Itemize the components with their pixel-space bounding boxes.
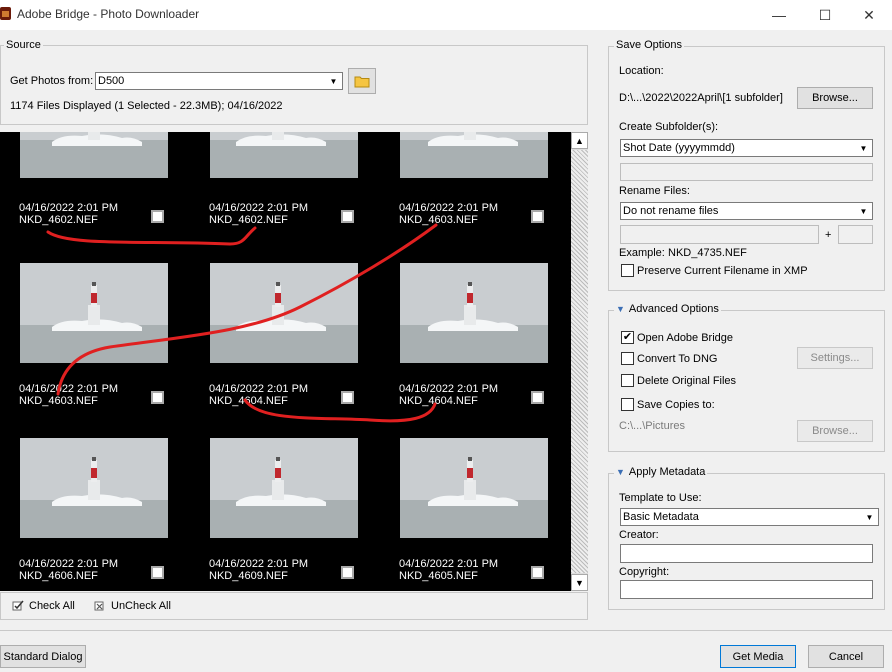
chevron-down-icon: ▼ xyxy=(859,206,868,216)
apply-metadata-header[interactable]: ▼ Apply Metadata xyxy=(614,466,708,478)
open-bridge-checkbox[interactable]: ✔ xyxy=(621,331,634,344)
plus-label: + xyxy=(825,229,832,241)
title-bar: Adobe Bridge - Photo Downloader — ☐ ✕ xyxy=(0,0,892,30)
collapse-triangle-icon: ▼ xyxy=(616,467,625,477)
create-subfolder-dropdown[interactable]: Shot Date (yyyymmdd) ▼ xyxy=(620,139,873,157)
advanced-options-header[interactable]: ▼ Advanced Options xyxy=(614,303,721,315)
chevron-down-icon: ▼ xyxy=(865,512,874,522)
adobe-bridge-app-icon xyxy=(0,7,11,20)
check-all-icon xyxy=(12,600,24,611)
uncheck-all-button[interactable]: UnCheck All xyxy=(94,600,171,612)
rename-text-field[interactable] xyxy=(620,225,819,244)
creator-field[interactable] xyxy=(620,544,873,563)
location-browse-button[interactable]: Browse... xyxy=(797,87,873,109)
scroll-down-icon[interactable]: ▼ xyxy=(571,574,588,591)
collapse-triangle-icon: ▼ xyxy=(616,304,625,314)
copyright-label: Copyright: xyxy=(619,566,670,578)
rename-files-value: Do not rename files xyxy=(623,205,719,217)
delete-original-label: Delete Original Files xyxy=(637,375,737,387)
minimize-button[interactable]: — xyxy=(756,0,802,30)
annotation-strokes xyxy=(46,223,438,423)
advanced-options-legend: Advanced Options xyxy=(628,303,719,315)
convert-dng-label: Convert To DNG xyxy=(637,353,718,365)
scrollbar-track[interactable] xyxy=(571,150,588,573)
source-status: 1174 Files Displayed (1 Selected - 22.3M… xyxy=(10,100,283,112)
chevron-down-icon: ▼ xyxy=(859,143,868,153)
rename-number-field[interactable] xyxy=(838,225,873,244)
preserve-filename-label: Preserve Current Filename in XMP xyxy=(637,265,808,277)
browse-folder-button[interactable] xyxy=(348,68,376,94)
uncheck-all-icon xyxy=(94,601,104,611)
chevron-down-icon: ▼ xyxy=(329,76,338,86)
get-photos-value: D500 xyxy=(98,75,125,87)
vertical-scrollbar[interactable]: ▲ ▼ xyxy=(571,132,588,591)
location-value: D:\...\2022\2022April\[1 subfolder] xyxy=(619,92,783,104)
create-subfolder-value: Shot Date (yyyymmdd) xyxy=(623,142,735,154)
template-dropdown[interactable]: Basic Metadata ▼ xyxy=(620,508,879,526)
window-title: Adobe Bridge - Photo Downloader xyxy=(17,7,200,21)
rename-files-label: Rename Files: xyxy=(619,185,690,197)
copies-path-value: C:\...\Pictures xyxy=(619,420,686,432)
close-button[interactable]: ✕ xyxy=(846,0,892,30)
checkmark-icon: ✔ xyxy=(622,331,633,343)
cancel-button[interactable]: Cancel xyxy=(808,645,884,668)
preserve-filename-checkbox[interactable] xyxy=(621,264,634,277)
get-photos-label: Get Photos from: xyxy=(10,75,94,87)
delete-original-checkbox[interactable] xyxy=(621,374,634,387)
settings-button[interactable]: Settings... xyxy=(797,347,873,369)
copyright-field[interactable] xyxy=(620,580,873,599)
convert-dng-checkbox[interactable] xyxy=(621,352,634,365)
scroll-up-icon[interactable]: ▲ xyxy=(571,132,588,149)
maximize-button[interactable]: ☐ xyxy=(802,0,848,30)
footer-divider xyxy=(0,630,892,631)
copies-browse-button[interactable]: Browse... xyxy=(797,420,873,442)
rename-files-dropdown[interactable]: Do not rename files ▼ xyxy=(620,202,873,220)
annotation-underline-2 xyxy=(243,398,437,423)
open-bridge-label: Open Adobe Bridge xyxy=(637,332,734,344)
annotation-underline-1 xyxy=(46,226,257,246)
apply-metadata-legend: Apply Metadata xyxy=(628,466,706,478)
standard-dialog-button[interactable]: Standard Dialog xyxy=(0,645,86,668)
save-options-legend: Save Options xyxy=(614,39,685,51)
example-label: Example: xyxy=(619,247,665,259)
template-value: Basic Metadata xyxy=(623,511,699,523)
folder-icon xyxy=(354,76,370,88)
save-copies-checkbox[interactable] xyxy=(621,398,634,411)
source-legend: Source xyxy=(4,39,43,51)
get-media-button[interactable]: Get Media xyxy=(720,645,796,668)
create-subfolder-label: Create Subfolder(s): xyxy=(619,121,719,133)
custom-subfolder-field[interactable] xyxy=(620,163,873,181)
annotation-diagonal-stroke xyxy=(56,223,438,396)
check-all-button[interactable]: Check All xyxy=(12,600,75,612)
grid-footer xyxy=(0,592,588,620)
template-label: Template to Use: xyxy=(619,492,702,504)
save-copies-label: Save Copies to: xyxy=(637,399,715,411)
get-photos-from-dropdown[interactable]: D500 ▼ xyxy=(95,72,343,90)
uncheck-all-label: UnCheck All xyxy=(111,600,171,612)
example-value: NKD_4735.NEF xyxy=(668,247,747,259)
creator-label: Creator: xyxy=(619,529,659,541)
location-label: Location: xyxy=(619,65,664,77)
check-all-label: Check All xyxy=(29,600,75,612)
